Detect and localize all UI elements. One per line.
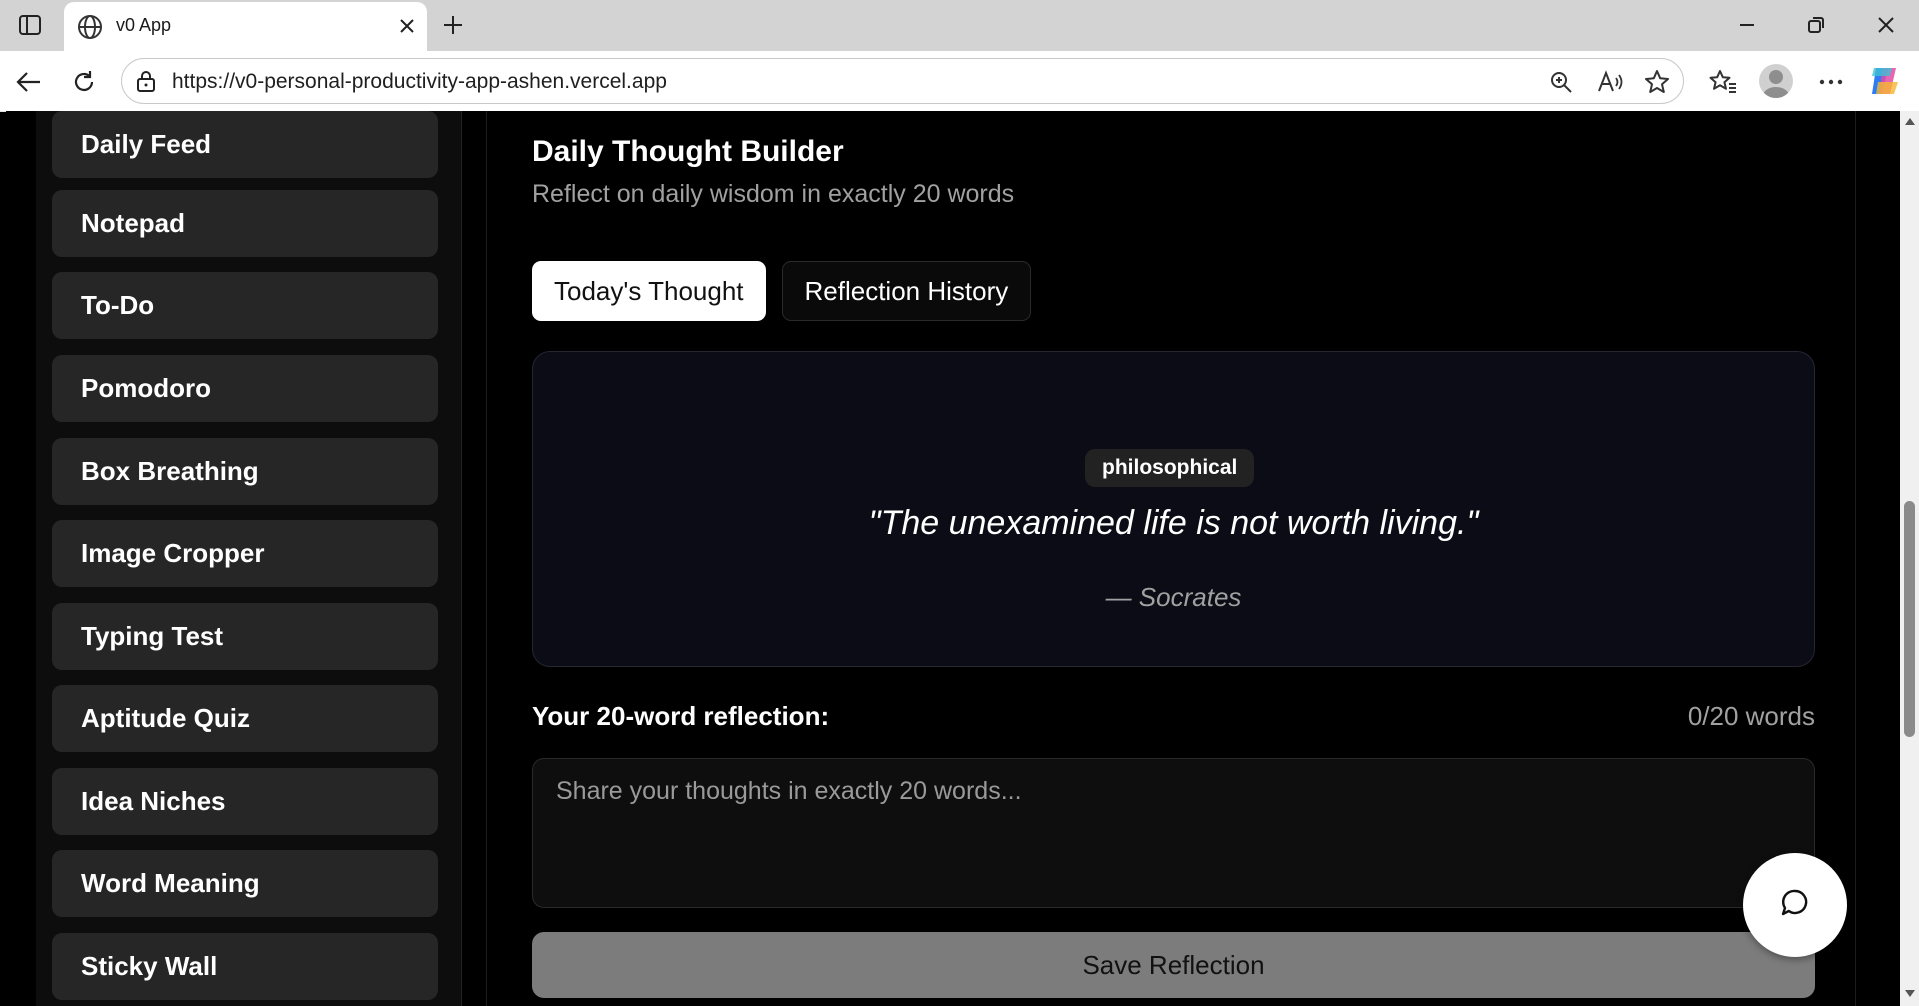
- page-subtitle: Reflect on daily wisdom in exactly 20 wo…: [532, 180, 1015, 208]
- quote-card: philosophical "The unexamined life is no…: [532, 351, 1815, 667]
- sidebar-item-word-meaning[interactable]: Word Meaning: [52, 850, 438, 917]
- favorites-icon[interactable]: [1706, 65, 1740, 99]
- save-reflection-button[interactable]: Save Reflection: [532, 932, 1815, 998]
- new-tab-icon[interactable]: [438, 10, 468, 40]
- sidebar-item-label: Box Breathing: [81, 456, 259, 486]
- sidebar-item-label: Image Cropper: [81, 538, 265, 568]
- sidebar-item-box-breathing[interactable]: Box Breathing: [52, 438, 438, 505]
- sidebar-item-pomodoro[interactable]: Pomodoro: [52, 355, 438, 422]
- sidebar-item-label: Pomodoro: [81, 373, 211, 403]
- url-text[interactable]: https://v0-personal-productivity-app-ash…: [172, 70, 667, 94]
- quote-author: — Socrates: [1105, 582, 1242, 612]
- minimize-icon[interactable]: [1727, 8, 1767, 42]
- sidebar-item-image-cropper[interactable]: Image Cropper: [52, 520, 438, 587]
- sidebar-item-label: Typing Test: [81, 621, 224, 651]
- sidebar-item-label: To-Do: [81, 290, 155, 320]
- copilot-icon[interactable]: [1868, 64, 1902, 98]
- tab-list: Today's Thought Reflection History: [532, 261, 1032, 321]
- sidebar-item-to-do[interactable]: To-Do: [52, 272, 438, 339]
- chat-bubble-icon: [1779, 887, 1811, 924]
- sidebar-item-sticky-wall[interactable]: Sticky Wall: [52, 933, 438, 1000]
- page-scrollbar[interactable]: [1900, 111, 1919, 1006]
- refresh-icon[interactable]: [67, 65, 101, 99]
- sidebar-item-label: Idea Niches: [81, 786, 226, 816]
- sidebar-item-label: Sticky Wall: [81, 951, 218, 981]
- sidebar-item-aptitude-quiz[interactable]: Aptitude Quiz: [52, 685, 438, 752]
- read-aloud-icon[interactable]: [1596, 68, 1624, 96]
- word-count: 0/20 words: [1687, 701, 1815, 731]
- globe-icon: [76, 13, 104, 41]
- profile-avatar-icon[interactable]: [1759, 64, 1793, 98]
- save-reflection-label: Save Reflection: [1082, 949, 1265, 980]
- close-window-icon[interactable]: [1866, 8, 1906, 42]
- scroll-up-icon[interactable]: [1903, 114, 1916, 128]
- back-arrow-icon[interactable]: [12, 65, 46, 99]
- main-content: Daily Thought Builder Reflect on daily w…: [532, 111, 1822, 1006]
- reflection-label: Your 20-word reflection:: [532, 701, 830, 731]
- tab-todays-thought[interactable]: Today's Thought: [532, 261, 766, 321]
- tab-reflection-history[interactable]: Reflection History: [781, 261, 1032, 321]
- tab-title: v0 App: [116, 15, 172, 35]
- category-badge: philosophical: [1085, 449, 1255, 487]
- browser-titlebar: v0 App: [0, 0, 1919, 51]
- lock-icon[interactable]: [134, 69, 158, 93]
- sidebar-item-idea-niches[interactable]: Idea Niches: [52, 768, 438, 835]
- sidebar-item-typing-test[interactable]: Typing Test: [52, 603, 438, 670]
- quote-text: "The unexamined life is not worth living…: [868, 504, 1479, 542]
- favorite-star-icon[interactable]: [1643, 68, 1671, 96]
- sidebar-item-label: Notepad: [81, 208, 185, 238]
- page-title: Daily Thought Builder: [532, 135, 844, 168]
- page-viewport: Daily Feed Notepad To-Do Pomodoro Box Br…: [6, 111, 1900, 1006]
- zoom-icon[interactable]: [1547, 68, 1575, 96]
- reflection-input[interactable]: [532, 758, 1815, 908]
- browser-navbar: https://v0-personal-productivity-app-ash…: [0, 51, 1919, 112]
- sidebar: Daily Feed Notepad To-Do Pomodoro Box Br…: [36, 111, 462, 1006]
- sidebar-item-label: Daily Feed: [81, 129, 212, 159]
- tab-actions-icon[interactable]: [16, 12, 44, 38]
- more-options-icon[interactable]: [1814, 65, 1848, 99]
- scroll-thumb[interactable]: [1904, 501, 1915, 737]
- chat-button[interactable]: [1743, 853, 1847, 957]
- browser-tab[interactable]: v0 App: [64, 2, 427, 51]
- address-bar[interactable]: https://v0-personal-productivity-app-ash…: [121, 58, 1684, 104]
- sidebar-item-daily-feed[interactable]: Daily Feed: [52, 111, 438, 178]
- restore-icon[interactable]: [1796, 8, 1836, 42]
- scroll-down-icon[interactable]: [1903, 987, 1916, 1001]
- sidebar-item-label: Word Meaning: [81, 868, 260, 898]
- sidebar-item-notepad[interactable]: Notepad: [52, 190, 438, 257]
- close-tab-icon[interactable]: [395, 14, 419, 38]
- sidebar-item-label: Aptitude Quiz: [81, 703, 250, 733]
